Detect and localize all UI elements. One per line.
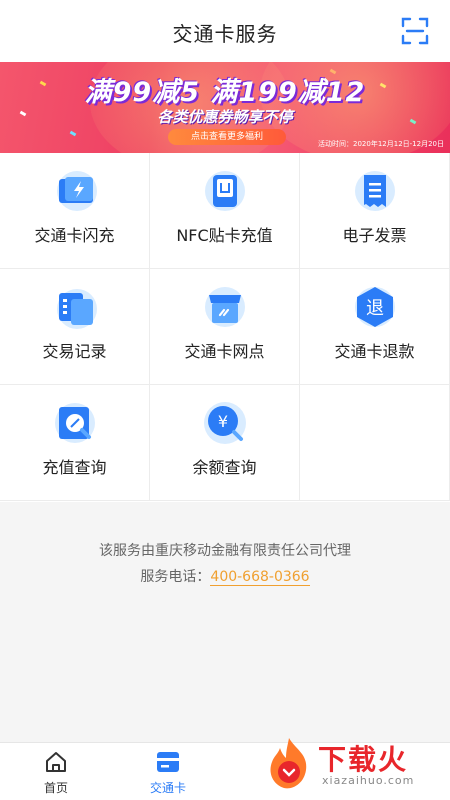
- service-label: 交通卡退款: [334, 342, 415, 361]
- watermark-logo: 下载火 xiazaihuo.com: [262, 732, 442, 794]
- service-grid: 交通卡闪充 NFC贴卡充值 电子发票 交易记录 交通卡网点 退 交通卡退款 充值…: [0, 153, 450, 502]
- nav-item-home[interactable]: 首页: [16, 749, 96, 796]
- banner-subtitle: 各类优惠券畅享不停: [157, 108, 293, 126]
- page-title: 交通卡服务: [172, 22, 278, 46]
- service-label: 电子发票: [342, 226, 407, 245]
- home-icon: [43, 749, 69, 775]
- watermark-text: 下载火: [318, 743, 409, 776]
- service-refund[interactable]: 退 交通卡退款: [300, 269, 450, 385]
- phone-link[interactable]: 400-668-0366: [210, 569, 310, 586]
- nfc-card-icon: [201, 167, 249, 215]
- service-recharge-query[interactable]: 充值查询: [0, 385, 150, 501]
- nav-label: 首页: [43, 781, 68, 795]
- watermark-domain: xiazaihuo.com: [322, 774, 415, 787]
- confetti: [69, 130, 77, 137]
- service-label: 充值查询: [42, 458, 107, 477]
- service-label: NFC贴卡充值: [176, 226, 273, 245]
- service-label: 交通卡网点: [184, 342, 265, 361]
- service-label: 交易记录: [42, 342, 107, 361]
- empty-cell: [300, 385, 450, 501]
- store-icon: [201, 283, 249, 331]
- transaction-record-icon: [51, 283, 99, 331]
- service-e-invoice[interactable]: 电子发票: [300, 153, 450, 269]
- banner-headline: 满99减5 满199减12: [84, 77, 366, 108]
- service-label: 余额查询: [192, 458, 257, 477]
- service-transactions[interactable]: 交易记录: [0, 269, 150, 385]
- header: 交通卡服务: [0, 0, 450, 62]
- app-root: 交通卡服务 满99减5 满199减12 各类优惠券畅享不停 点击查看更多福利 活…: [0, 0, 450, 800]
- invoice-icon: [351, 167, 399, 215]
- service-balance-query[interactable]: ¥ 余额查询: [150, 385, 300, 501]
- service-nfc-recharge[interactable]: NFC贴卡充值: [150, 153, 300, 269]
- service-flash-charge[interactable]: 交通卡闪充: [0, 153, 150, 269]
- banner-cta-button[interactable]: 点击查看更多福利: [168, 129, 286, 145]
- service-label: 交通卡闪充: [34, 226, 115, 245]
- phone-row: 服务电话：400-668-0366: [0, 564, 450, 590]
- banner-date: 活动时间：2020年12月12日-12月20日: [318, 140, 444, 148]
- svg-text:退: 退: [366, 298, 384, 319]
- phone-label: 服务电话：: [140, 569, 211, 585]
- scan-icon[interactable]: [400, 16, 430, 46]
- promo-banner[interactable]: 满99减5 满199减12 各类优惠券畅享不停 点击查看更多福利 活动时间：20…: [0, 62, 450, 153]
- refund-icon: 退: [351, 283, 399, 331]
- nav-label: 交通卡: [149, 781, 186, 795]
- svg-text:¥: ¥: [217, 412, 227, 431]
- service-outlets[interactable]: 交通卡网点: [150, 269, 300, 385]
- nav-item-card[interactable]: 交通卡: [128, 749, 208, 796]
- agency-text: 该服务由重庆移动金融有限责任公司代理: [99, 543, 351, 559]
- balance-query-icon: ¥: [201, 399, 249, 447]
- flash-charge-icon: [51, 167, 99, 215]
- service-info: 该服务由重庆移动金融有限责任公司代理 服务电话：400-668-0366: [0, 538, 450, 590]
- card-icon: [155, 749, 181, 775]
- recharge-query-icon: [51, 399, 99, 447]
